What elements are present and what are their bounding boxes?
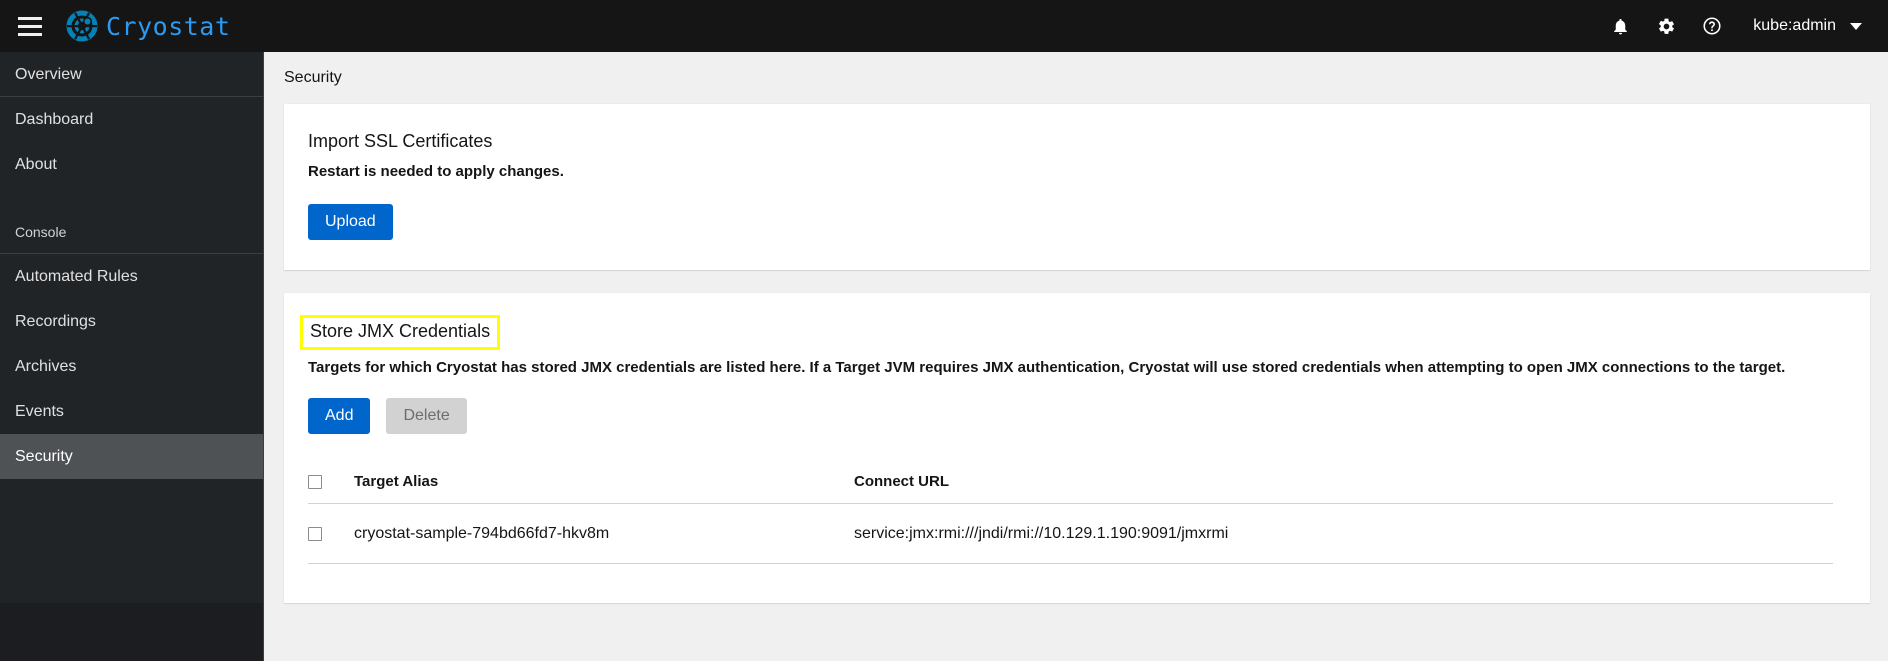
sidebar-item-label: Automated Rules: [15, 267, 138, 285]
jmx-description: Targets for which Cryostat has stored JM…: [308, 358, 1786, 376]
sidebar-item-label: Dashboard: [15, 110, 94, 128]
sidebar-item-label: Security: [15, 447, 73, 465]
store-jmx-credentials-card: Store JMX Credentials Targets for which …: [284, 293, 1870, 604]
main-content: Security Import SSL Certificates Restart…: [264, 52, 1888, 661]
table-header: Target Alias Connect URL: [308, 459, 1833, 505]
page-header: Security: [264, 52, 1888, 104]
upload-button[interactable]: Upload: [308, 204, 393, 241]
jmx-heading-highlight: Store JMX Credentials: [300, 315, 501, 350]
page-title: Security: [284, 69, 342, 86]
sidebar-nav: Overview Dashboard About Console Automat…: [0, 52, 264, 661]
restart-notice: Restart is needed to apply changes.: [308, 163, 564, 181]
table-header-row: Target Alias Connect URL: [308, 459, 1833, 505]
sidebar-item-automated-rules[interactable]: Automated Rules: [0, 254, 264, 299]
select-all-cell: [308, 459, 354, 505]
sidebar-item-events[interactable]: Events: [0, 389, 264, 434]
user-name: kube:admin: [1753, 17, 1836, 34]
help-circle-icon[interactable]: [1689, 0, 1735, 52]
add-button[interactable]: Add: [308, 397, 371, 434]
sidebar-item-overview[interactable]: Overview: [0, 52, 264, 97]
sidebar-item-label: Archives: [15, 357, 77, 375]
hamburger-bar: [18, 32, 42, 36]
select-all-checkbox[interactable]: [308, 475, 322, 490]
sidebar-item-label: Overview: [15, 65, 82, 83]
hamburger-bar: [18, 16, 42, 20]
row-select-cell: [308, 503, 354, 565]
sidebar-item-label: Events: [15, 402, 64, 420]
sidebar-divider: [263, 52, 264, 661]
upload-button-row: Upload: [308, 204, 1846, 241]
jmx-action-buttons: Add Delete: [308, 397, 1846, 434]
sidebar-item-about[interactable]: About: [0, 142, 264, 187]
cell-connect-url: service:jmx:rmi:///jndi/rmi://10.129.1.1…: [854, 503, 1833, 565]
gear-icon[interactable]: [1643, 0, 1689, 52]
masthead: Cryostat kube:admin: [0, 0, 1888, 52]
hamburger-icon[interactable]: [4, 0, 56, 52]
cell-target-alias: cryostat-sample-794bd66fd7-hkv8m: [354, 503, 854, 565]
table-row[interactable]: cryostat-sample-794bd66fd7-hkv8m service…: [308, 503, 1833, 565]
user-menu[interactable]: kube:admin: [1735, 0, 1868, 52]
sidebar-item-dashboard[interactable]: Dashboard: [0, 97, 264, 142]
sidebar-item-recordings[interactable]: Recordings: [0, 299, 264, 344]
delete-button[interactable]: Delete: [386, 397, 467, 434]
sidebar-item-security[interactable]: Security: [0, 434, 264, 479]
table-body: cryostat-sample-794bd66fd7-hkv8m service…: [308, 503, 1833, 565]
brand-name: Cryostat: [106, 11, 231, 41]
jmx-credentials-table: Target Alias Connect URL cryostat-sample…: [308, 459, 1833, 565]
masthead-toolbar: kube:admin: [1597, 0, 1888, 52]
row-checkbox[interactable]: [308, 526, 322, 541]
card-heading: Import SSL Certificates: [308, 131, 493, 151]
sidebar-section-label: Console: [15, 223, 67, 240]
sidebar-section-console: Console: [0, 209, 264, 254]
caret-down-icon: [1850, 22, 1862, 30]
column-header-target-alias[interactable]: Target Alias: [354, 459, 854, 505]
column-header-connect-url[interactable]: Connect URL: [854, 459, 1833, 505]
bell-icon[interactable]: [1597, 0, 1643, 52]
hamburger-bar: [18, 24, 42, 28]
card-heading: Store JMX Credentials: [310, 321, 491, 342]
sidebar-item-label: About: [15, 155, 57, 173]
sidebar-footer: [0, 603, 264, 661]
cryostat-logo-icon: [66, 10, 98, 42]
brand-link[interactable]: Cryostat: [66, 10, 230, 42]
sidebar-item-label: Recordings: [15, 312, 96, 330]
sidebar-item-archives[interactable]: Archives: [0, 344, 264, 389]
import-ssl-certificates-card: Import SSL Certificates Restart is neede…: [284, 104, 1870, 271]
